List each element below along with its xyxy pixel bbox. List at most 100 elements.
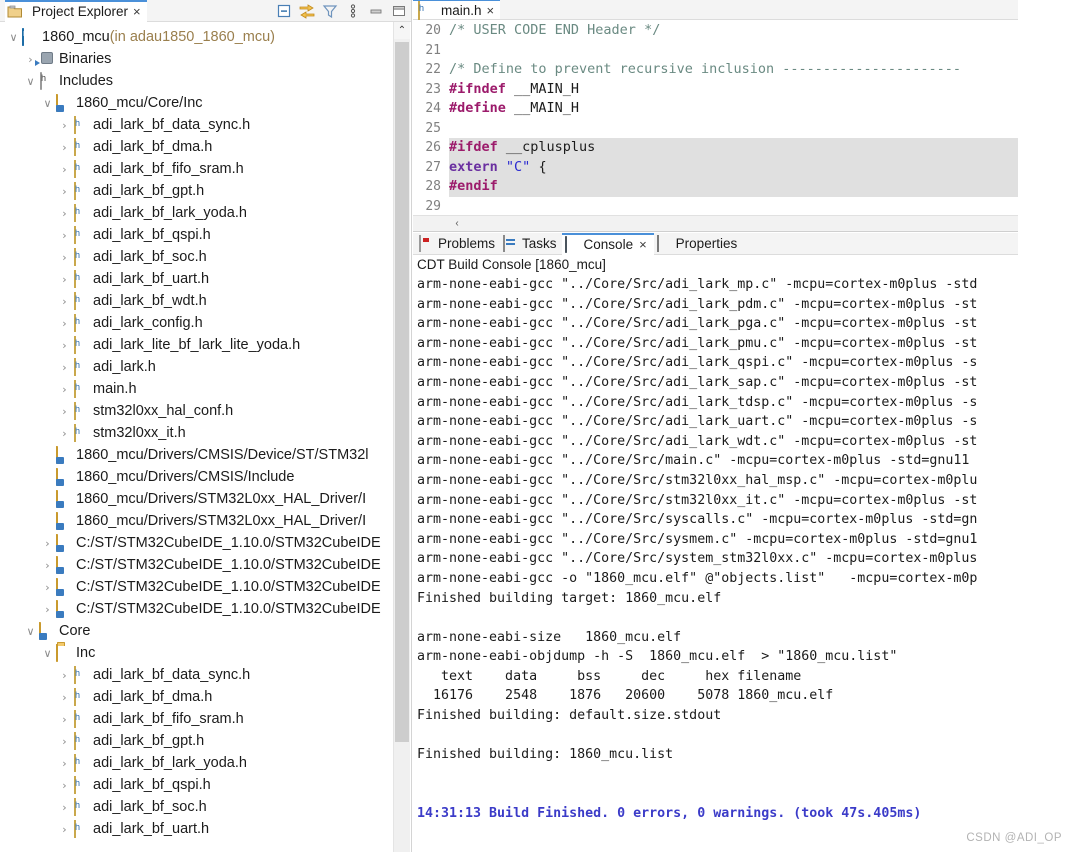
tree-item[interactable]: › C:/ST/STM32CubeIDE_1.10.0/STM32CubeIDE [0, 532, 392, 554]
chevron-right-icon[interactable]: › [57, 758, 72, 769]
explorer-scrollbar[interactable]: ⌃ [393, 22, 410, 852]
tree-item[interactable]: › stm32l0xx_hal_conf.h [0, 400, 392, 422]
console-output[interactable]: arm-none-eabi-gcc "../Core/Src/adi_lark_… [413, 275, 1018, 835]
chevron-right-icon[interactable]: › [57, 274, 72, 285]
scroll-left-icon[interactable]: ‹ [449, 218, 465, 229]
chevron-right-icon[interactable]: › [57, 802, 72, 813]
chevron-right-icon[interactable]: › [57, 714, 72, 725]
chevron-down-icon[interactable]: ∨ [40, 648, 55, 659]
link-with-editor-icon[interactable] [299, 3, 315, 19]
chevron-right-icon[interactable]: › [40, 604, 55, 615]
chevron-right-icon[interactable]: › [57, 120, 72, 131]
chevron-right-icon[interactable]: › [57, 362, 72, 373]
chevron-right-icon[interactable]: › [40, 560, 55, 571]
tree-item[interactable]: › adi_lark_bf_soc.h [0, 246, 392, 268]
chevron-right-icon[interactable]: › [57, 670, 72, 681]
code-line[interactable]: 26 #ifdef __cplusplus [413, 138, 1018, 158]
code-line[interactable]: 29 [413, 196, 1018, 216]
chevron-right-icon[interactable]: › [57, 318, 72, 329]
maximize-icon[interactable] [391, 3, 407, 19]
chevron-right-icon[interactable]: › [57, 340, 72, 351]
tree-item[interactable]: › main.h [0, 378, 392, 400]
tree-item[interactable]: › adi_lark_bf_dma.h [0, 686, 392, 708]
chevron-right-icon[interactable]: › [57, 780, 72, 791]
chevron-right-icon[interactable]: › [57, 142, 72, 153]
tree-item[interactable]: ∨ Inc [0, 642, 392, 664]
chevron-right-icon[interactable]: › [40, 538, 55, 549]
collapse-all-icon[interactable] [276, 3, 292, 19]
code-line[interactable]: 25 [413, 118, 1018, 138]
chevron-down-icon[interactable]: ∨ [40, 98, 55, 109]
filter-icon[interactable] [322, 3, 338, 19]
chevron-down-icon[interactable]: ∨ [6, 32, 21, 43]
tree-item[interactable]: › adi_lark_bf_data_sync.h [0, 114, 392, 136]
tree-item[interactable]: › stm32l0xx_it.h [0, 422, 392, 444]
code-area[interactable]: 20/* USER CODE END Header */21 22/* Defin… [413, 20, 1018, 216]
tree-item[interactable]: ∨ 1860_mcu/Core/Inc [0, 92, 392, 114]
tab-problems[interactable]: Problems [416, 233, 500, 255]
tree-item[interactable]: › adi_lark_bf_gpt.h [0, 730, 392, 752]
tree-item[interactable]: › adi_lark_bf_uart.h [0, 268, 392, 290]
tree-item[interactable]: › adi_lark_bf_fifo_sram.h [0, 708, 392, 730]
tree-item[interactable]: › adi_lark_bf_lark_yoda.h [0, 202, 392, 224]
chevron-down-icon[interactable]: ∨ [23, 626, 38, 637]
code-line[interactable]: 27 extern "C" { [413, 157, 1018, 177]
tree-item[interactable]: 1860_mcu/Drivers/STM32L0xx_HAL_Driver/I [0, 488, 392, 510]
tree-item[interactable]: › adi_lark_bf_gpt.h [0, 180, 392, 202]
chevron-right-icon[interactable]: › [57, 824, 72, 835]
tree-item[interactable]: › adi_lark_lite_bf_lark_lite_yoda.h [0, 334, 392, 356]
code-line[interactable]: 20/* USER CODE END Header */ [413, 21, 1018, 41]
tree-item[interactable]: 1860_mcu/Drivers/CMSIS/Device/ST/STM32l [0, 444, 392, 466]
chevron-right-icon[interactable]: › [57, 692, 72, 703]
minimize-icon[interactable] [368, 3, 384, 19]
tree-item[interactable]: › adi_lark_bf_data_sync.h [0, 664, 392, 686]
tab-main-h[interactable]: main.h × [413, 0, 501, 20]
scrollbar-thumb[interactable] [395, 42, 409, 742]
tree-item[interactable]: › C:/ST/STM32CubeIDE_1.10.0/STM32CubeIDE [0, 576, 392, 598]
close-icon[interactable]: × [638, 238, 649, 251]
code-line[interactable]: 28 #endif [413, 177, 1018, 197]
tree-item[interactable]: › adi_lark.h [0, 356, 392, 378]
tree-item[interactable]: ∨ Includes [0, 70, 392, 92]
close-icon[interactable]: × [132, 5, 143, 18]
chevron-right-icon[interactable]: › [40, 582, 55, 593]
tree-item[interactable]: ∨ 1860_mcu (in adau1850_1860_mcu) [0, 26, 392, 48]
tree-item[interactable]: ∨ Core [0, 620, 392, 642]
project-tree[interactable]: ∨1860_mcu (in adau1850_1860_mcu)›Binarie… [0, 22, 392, 852]
tree-item[interactable]: 1860_mcu/Drivers/STM32L0xx_HAL_Driver/I [0, 510, 392, 532]
chevron-right-icon[interactable]: › [57, 406, 72, 417]
tree-item[interactable]: › adi_lark_config.h [0, 312, 392, 334]
editor-horizontal-scrollbar[interactable]: ‹ [413, 215, 1018, 231]
chevron-right-icon[interactable]: › [57, 384, 72, 395]
tree-item[interactable]: › adi_lark_bf_fifo_sram.h [0, 158, 392, 180]
code-line[interactable]: 23 #ifndef __MAIN_H [413, 79, 1018, 99]
scroll-up-icon[interactable]: ⌃ [394, 22, 410, 39]
tab-tasks[interactable]: Tasks [500, 233, 562, 255]
tab-project-explorer[interactable]: Project Explorer × [5, 0, 147, 22]
close-icon[interactable]: × [486, 4, 497, 17]
chevron-right-icon[interactable]: › [57, 164, 72, 175]
tree-item[interactable]: › C:/ST/STM32CubeIDE_1.10.0/STM32CubeIDE [0, 554, 392, 576]
tree-item[interactable]: › adi_lark_bf_dma.h [0, 136, 392, 158]
chevron-right-icon[interactable]: › [57, 230, 72, 241]
tab-console[interactable]: Console × [561, 232, 654, 255]
tree-item[interactable]: › C:/ST/STM32CubeIDE_1.10.0/STM32CubeIDE [0, 598, 392, 620]
tree-item[interactable]: › adi_lark_bf_lark_yoda.h [0, 752, 392, 774]
tree-item[interactable]: › Binaries [0, 48, 392, 70]
chevron-right-icon[interactable]: › [57, 296, 72, 307]
tree-item[interactable]: 1860_mcu/Drivers/CMSIS/Include [0, 466, 392, 488]
code-line[interactable]: 21 [413, 40, 1018, 60]
tab-properties[interactable]: Properties [654, 233, 743, 255]
chevron-right-icon[interactable]: › [57, 186, 72, 197]
tree-item[interactable]: › adi_lark_bf_qspi.h [0, 224, 392, 246]
code-line[interactable]: 24 #define __MAIN_H [413, 99, 1018, 119]
tree-item[interactable]: › adi_lark_bf_soc.h [0, 796, 392, 818]
tree-item[interactable]: › adi_lark_bf_uart.h [0, 818, 392, 840]
code-line[interactable]: 22/* Define to prevent recursive inclusi… [413, 60, 1018, 80]
tree-item[interactable]: › adi_lark_bf_qspi.h [0, 774, 392, 796]
tree-item[interactable]: › adi_lark_bf_wdt.h [0, 290, 392, 312]
chevron-right-icon[interactable]: › [57, 428, 72, 439]
chevron-right-icon[interactable]: › [57, 736, 72, 747]
view-menu-icon[interactable] [345, 3, 361, 19]
chevron-right-icon[interactable]: › [57, 252, 72, 263]
